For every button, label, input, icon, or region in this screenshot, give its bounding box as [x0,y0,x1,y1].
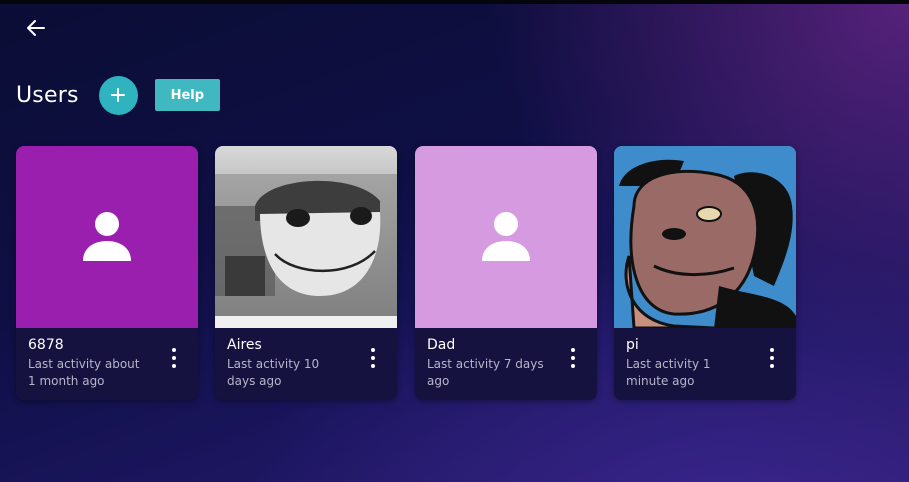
user-card-pi[interactable]: pi Last activity 1 minute ago [614,146,796,400]
last-activity: Last activity about 1 month ago [28,357,140,388]
card-footer: Aires Last activity 10 days ago [215,328,397,400]
last-activity: Last activity 1 minute ago [626,357,711,388]
cartoon-face-picture [614,146,796,328]
card-footer: 6878 Last activity about 1 month ago [16,328,198,400]
page-title: Users [16,82,79,108]
user-avatar[interactable] [614,146,796,328]
card-footer: pi Last activity 1 minute ago [614,328,796,400]
user-avatar[interactable] [415,146,597,328]
more-options-icon[interactable] [567,348,579,368]
default-person-icon [83,212,131,261]
user-card-dad[interactable]: Dad Last activity 7 days ago [415,146,597,400]
arrow-left-icon [27,20,45,36]
card-footer: Dad Last activity 7 days ago [415,328,597,400]
last-activity: Last activity 10 days ago [227,357,320,388]
more-options-icon[interactable] [168,348,180,368]
plus-icon [111,88,126,102]
user-card-aires[interactable]: Aires Last activity 10 days ago [215,146,397,400]
top-edge [0,0,909,4]
back-button[interactable] [22,14,50,42]
more-options-icon[interactable] [766,348,778,368]
user-avatar[interactable] [16,146,198,328]
user-name: Aires [227,337,262,353]
last-activity: Last activity 7 days ago [427,357,544,388]
user-name: 6878 [28,337,64,353]
add-user-button[interactable] [98,75,138,115]
more-options-icon[interactable] [367,348,379,368]
user-card-6878[interactable]: 6878 Last activity about 1 month ago [16,146,198,400]
help-button[interactable]: Help [154,79,221,111]
default-person-icon [482,212,530,261]
user-name: Dad [427,337,456,353]
page-header: Users Help [16,75,221,115]
user-name: pi [626,337,639,353]
frog-helmet-picture [215,146,397,328]
user-avatar[interactable] [215,146,397,328]
